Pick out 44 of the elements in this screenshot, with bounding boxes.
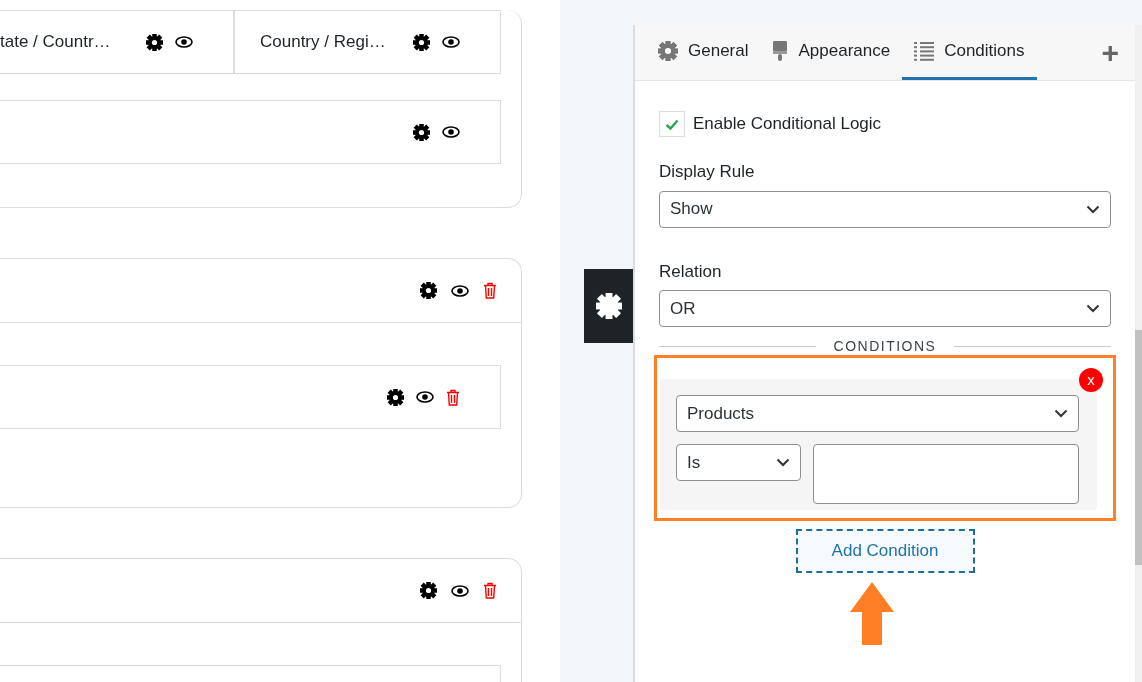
add-tab-button[interactable]: + [1095, 25, 1125, 80]
panel-tab[interactable]: Conditions [902, 25, 1037, 80]
select-field[interactable]: OR [659, 290, 1111, 327]
eye-icon[interactable] [451, 584, 469, 597]
select-field[interactable]: Is [676, 444, 801, 481]
settings-tab[interactable] [584, 269, 633, 343]
eye-icon[interactable] [442, 36, 460, 48]
section-heading: CONDITIONS [833, 337, 937, 356]
eye-icon[interactable] [175, 36, 193, 48]
gear-icon[interactable] [413, 33, 430, 51]
trash-icon[interactable] [483, 582, 497, 599]
gear-icon[interactable] [420, 582, 437, 599]
checkbox[interactable] [659, 111, 685, 137]
eye-icon[interactable] [416, 391, 434, 403]
remove-button[interactable]: x [1079, 368, 1103, 392]
up-arrow-icon [850, 582, 894, 645]
list-icon[interactable] [914, 41, 935, 61]
paint-brush-icon[interactable] [772, 41, 789, 61]
chevron-down-icon [1086, 204, 1100, 214]
panel-tab[interactable]: General [646, 25, 761, 80]
field-label: Country / Regi… [259, 31, 386, 54]
check-icon [665, 118, 679, 130]
trash-icon[interactable] [446, 388, 460, 406]
gear-icon[interactable] [595, 293, 622, 319]
trash-icon[interactable] [483, 282, 497, 299]
panel-tab[interactable]: Appearance [760, 25, 903, 80]
eye-icon[interactable] [451, 284, 469, 297]
chevron-down-icon [1086, 304, 1100, 313]
gear-icon[interactable] [413, 123, 430, 141]
text-area[interactable] [813, 444, 1079, 504]
checkbox-label: Enable Conditional Logic [693, 113, 882, 136]
gear-icon[interactable] [146, 33, 163, 51]
select-field[interactable]: Show [659, 190, 1111, 228]
eye-icon[interactable] [442, 126, 460, 138]
field-label: Display Rule [659, 161, 756, 183]
chevron-down-icon [776, 458, 790, 467]
scrollbar-thumb[interactable] [1135, 330, 1142, 565]
chevron-down-icon [1054, 409, 1068, 418]
field-label: Relation [659, 260, 723, 283]
gear-icon[interactable] [387, 388, 404, 406]
field-label: tate / Countr… [0, 31, 111, 54]
select-field[interactable]: Products [676, 395, 1079, 432]
add-condition-button[interactable]: Add Condition [795, 529, 975, 573]
gear-icon[interactable] [420, 282, 437, 299]
